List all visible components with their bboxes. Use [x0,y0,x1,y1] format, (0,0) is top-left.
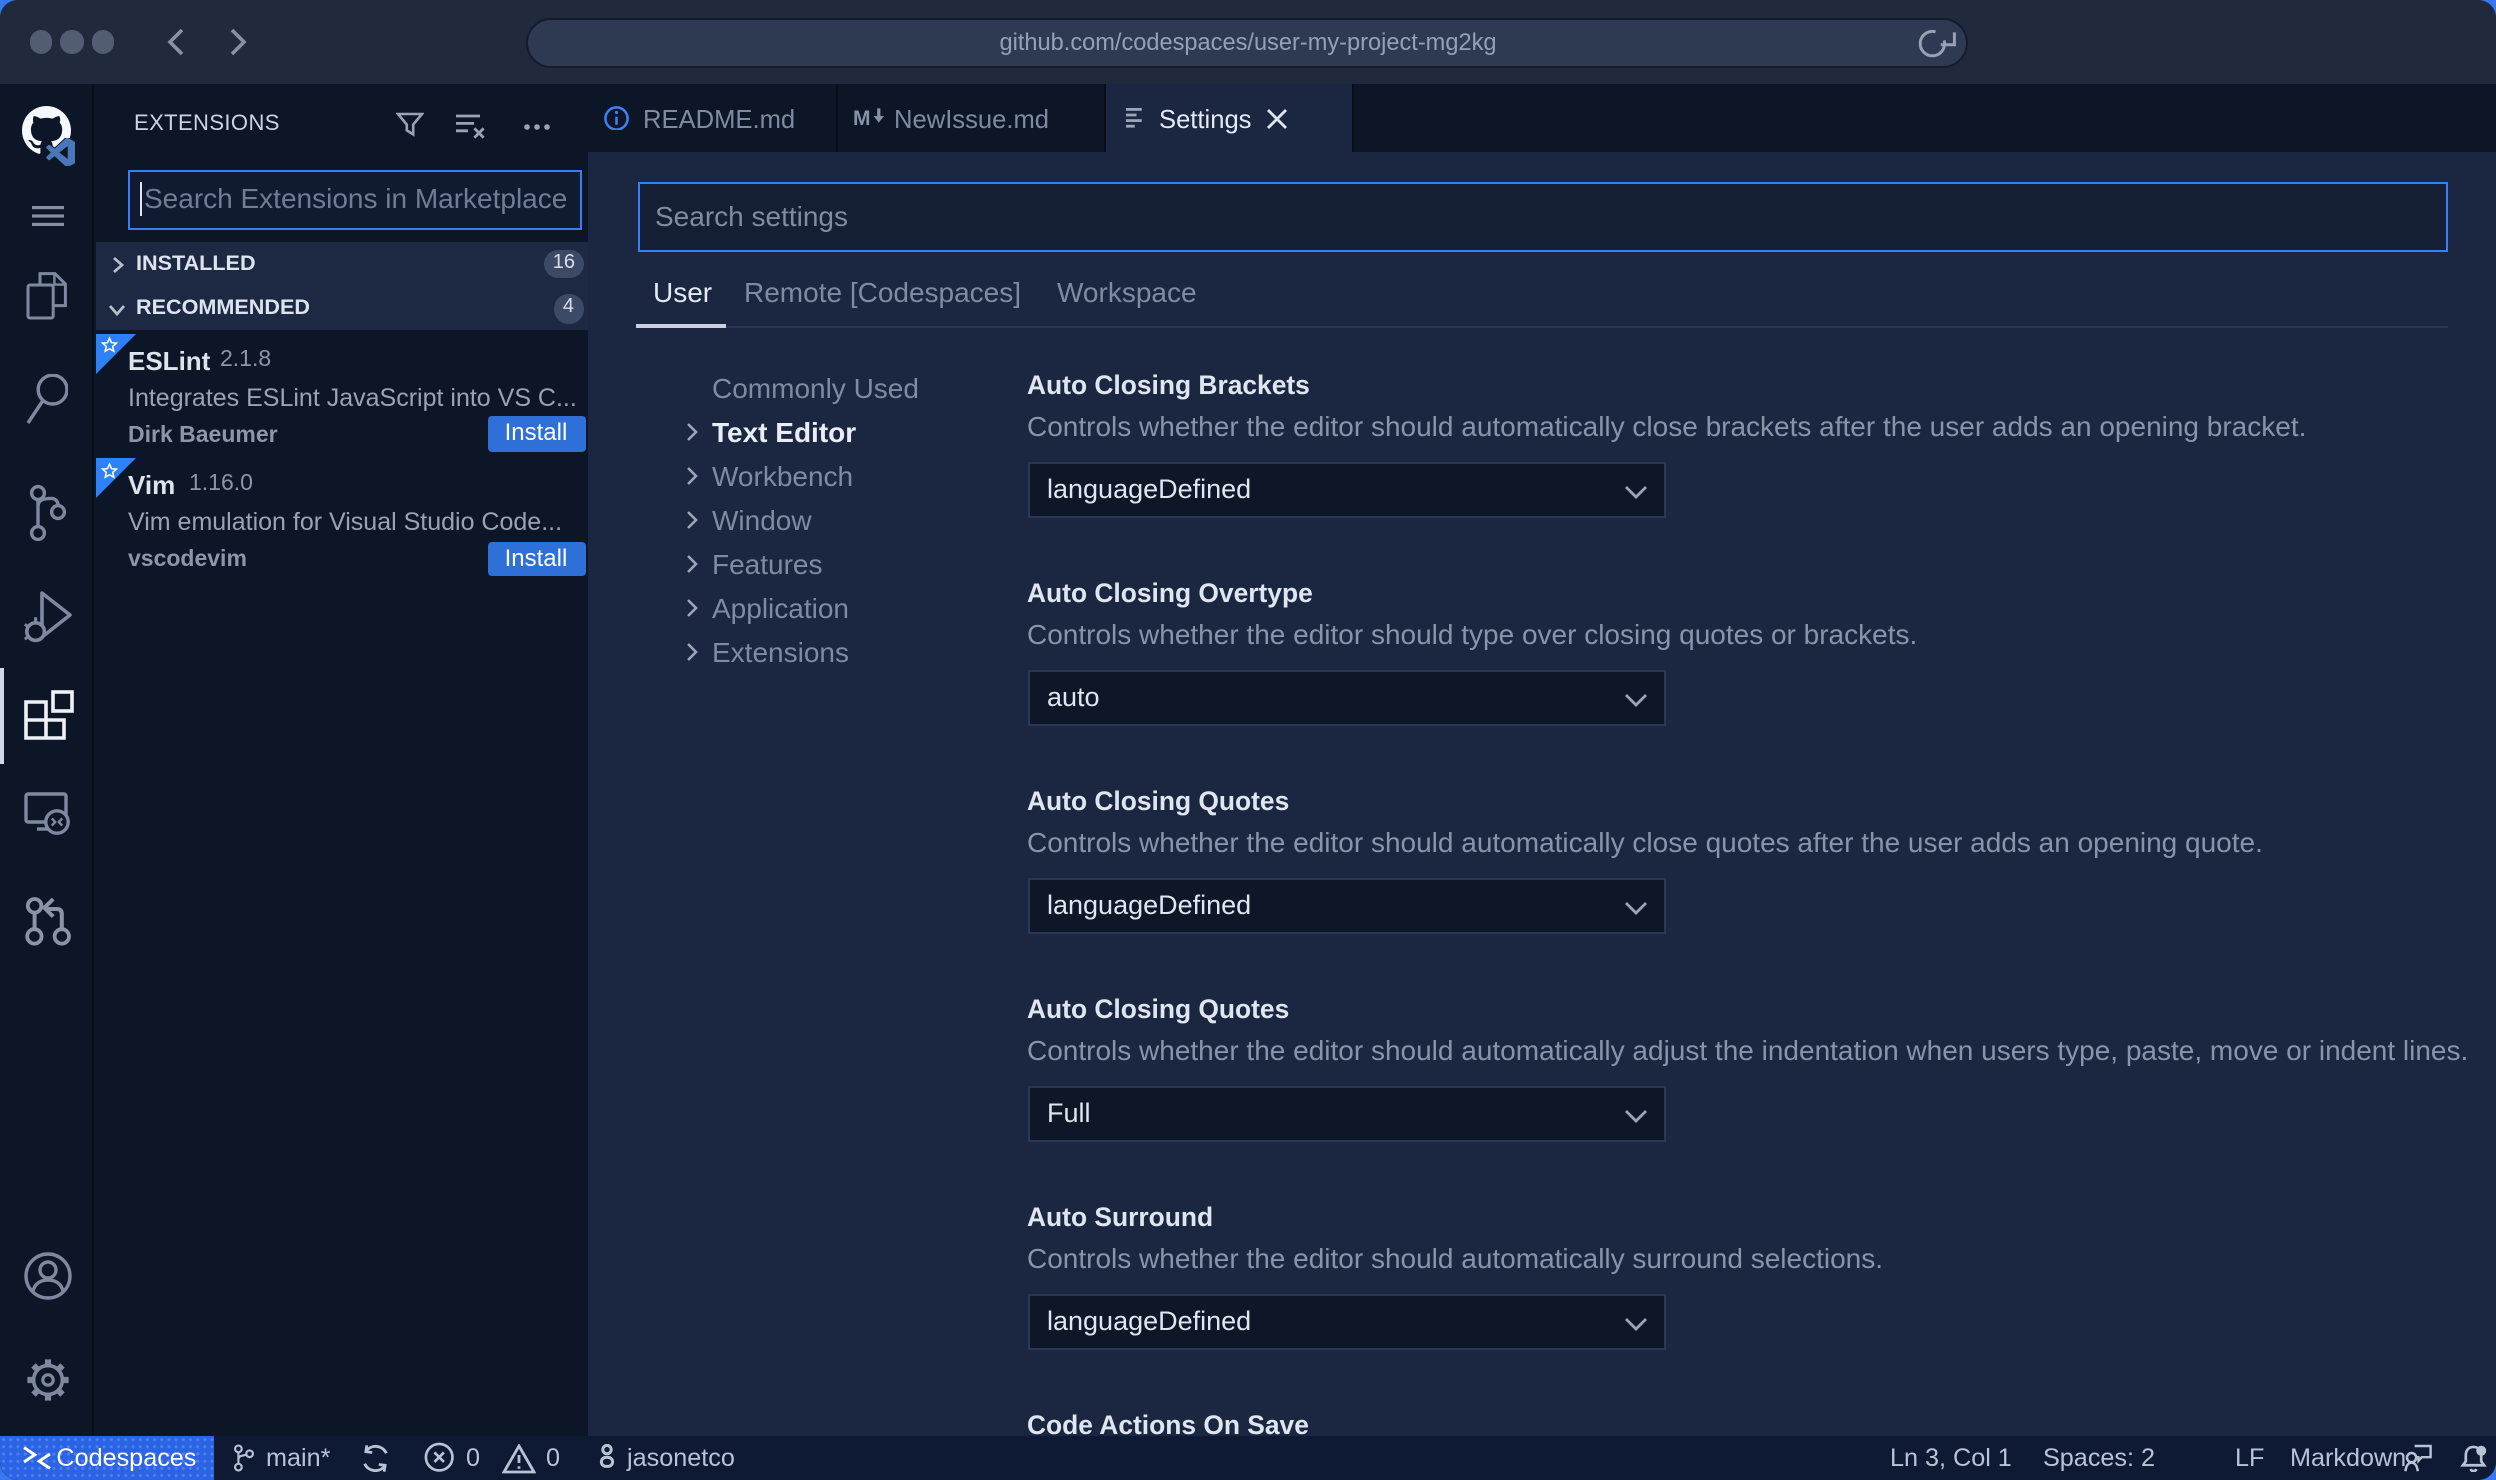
svg-text:M: M [854,107,871,130]
